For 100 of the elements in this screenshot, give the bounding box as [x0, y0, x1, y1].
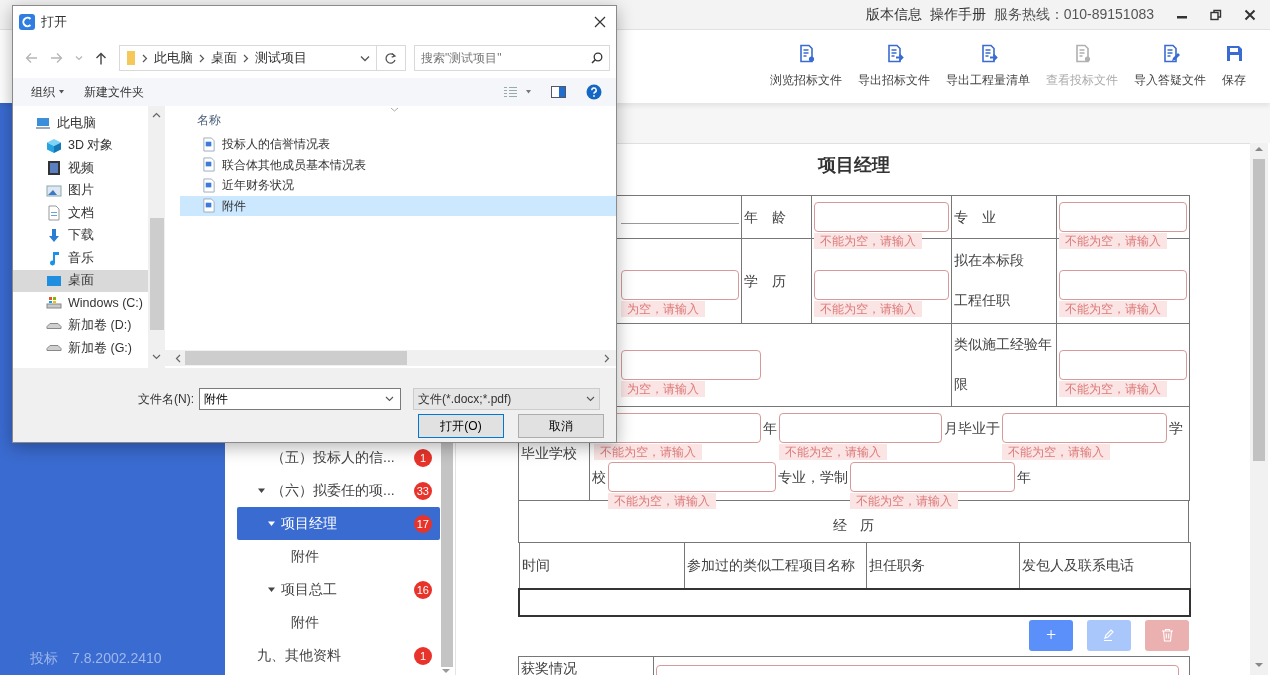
- nav-item[interactable]: 3D 对象: [13, 134, 148, 157]
- caret-icon[interactable]: [526, 90, 531, 94]
- error-message: 不能为空，请输入: [594, 444, 702, 460]
- preview-pane-icon[interactable]: [551, 86, 566, 98]
- input-field[interactable]: [850, 462, 1015, 492]
- breadcrumb-item[interactable]: 测试项目: [255, 48, 307, 68]
- breadcrumb-item[interactable]: 桌面: [211, 48, 237, 68]
- nav-item[interactable]: 新加卷 (G:): [13, 337, 148, 360]
- error-message: 不能为空，请输入: [608, 493, 716, 509]
- scroll-right-icon[interactable]: [604, 353, 610, 363]
- scroll-left-icon[interactable]: [175, 353, 181, 363]
- input-field[interactable]: [1059, 202, 1187, 232]
- chevron-down-icon: [586, 396, 595, 402]
- drive-icon: [46, 322, 62, 329]
- scrollbar-thumb[interactable]: [1253, 159, 1265, 461]
- breadcrumb-item[interactable]: 此电脑: [154, 48, 193, 68]
- open-button[interactable]: 打开(O): [418, 414, 504, 438]
- error-message: 不能为空，请输入: [1059, 301, 1167, 317]
- file-item[interactable]: 联合体其他成员基本情况表: [180, 154, 616, 175]
- input-field[interactable]: [1002, 413, 1167, 443]
- cancel-button[interactable]: 取消: [518, 414, 604, 438]
- tree-item[interactable]: （五）投标人的信... 1: [237, 441, 440, 474]
- nav-item[interactable]: 视频: [13, 157, 148, 180]
- error-message: 不能为空，请输入: [850, 493, 958, 509]
- field-label: 毕业学校: [521, 445, 578, 463]
- nav-item[interactable]: 新加卷 (D:): [13, 314, 148, 337]
- close-icon[interactable]: [594, 16, 606, 28]
- document-icon: [46, 205, 62, 222]
- search-field[interactable]: 搜索"测试项目": [414, 45, 610, 71]
- toolbar-button[interactable]: 浏览招标文件: [766, 40, 846, 93]
- nav-item[interactable]: 文档: [13, 202, 148, 225]
- input-field[interactable]: [779, 413, 942, 443]
- command-button[interactable]: 新建文件夹: [84, 83, 144, 101]
- toolbar-button[interactable]: 保存: [1218, 40, 1250, 93]
- tree-item[interactable]: 附件: [237, 540, 440, 573]
- sort-icon: [390, 107, 399, 112]
- help-icon[interactable]: [586, 84, 602, 100]
- input-field[interactable]: [621, 270, 739, 300]
- count-badge: 33: [413, 481, 432, 500]
- tree-item[interactable]: （六）拟委任的项... 33: [237, 474, 440, 507]
- command-button[interactable]: 组织: [31, 83, 64, 101]
- chevron-down-icon[interactable]: [75, 55, 83, 61]
- file-type-select[interactable]: 文件(*.docx;*.pdf): [413, 388, 600, 410]
- nav-item[interactable]: 图片: [13, 179, 148, 202]
- version-text: 7.8.2002.2410: [72, 649, 162, 668]
- view-list-icon[interactable]: [503, 85, 518, 99]
- toolbar-button[interactable]: 导入答疑文件: [1130, 40, 1210, 93]
- file-item[interactable]: 近年财务状况: [180, 175, 616, 196]
- nav-item[interactable]: 此电脑: [13, 112, 148, 135]
- scroll-up-icon[interactable]: [152, 112, 161, 118]
- document-icon: [202, 177, 216, 193]
- document-icon: [202, 136, 216, 152]
- section-heading: 经 历: [832, 518, 875, 533]
- chevron-down-icon: [385, 396, 394, 402]
- column-header: 参加过的类似工程项目名称: [686, 557, 855, 573]
- input-field[interactable]: [621, 350, 761, 380]
- header-link[interactable]: 版本信息: [865, 4, 922, 25]
- nav-item[interactable]: Windows (C:): [13, 292, 148, 315]
- dropdown-icon[interactable]: [359, 54, 370, 62]
- tree-item[interactable]: 附件: [237, 606, 440, 639]
- close-icon[interactable]: [1244, 8, 1256, 21]
- drive-icon: [46, 295, 62, 312]
- tree-item[interactable]: 项目总工 16: [237, 573, 440, 606]
- nav-item[interactable]: 下载: [13, 224, 148, 247]
- form-text: 年: [763, 419, 777, 438]
- input-field[interactable]: [814, 202, 949, 232]
- error-message: 不能为空，请输入: [1002, 444, 1110, 460]
- chevron-right-icon: [243, 53, 249, 63]
- input-field[interactable]: [1059, 270, 1187, 300]
- nav-item[interactable]: 桌面: [13, 269, 148, 292]
- count-badge: 17: [413, 514, 432, 533]
- nav-item[interactable]: 音乐: [13, 247, 148, 270]
- scroll-down-icon[interactable]: [152, 354, 161, 360]
- input-field[interactable]: [608, 462, 776, 492]
- error-message: 为空，请输入: [621, 301, 705, 317]
- restore-icon[interactable]: [1210, 8, 1222, 21]
- up-arrow-icon[interactable]: [95, 51, 107, 65]
- input-field[interactable]: [814, 270, 949, 300]
- toolbar-button[interactable]: 导出工程量清单: [942, 40, 1034, 93]
- scrollbar-thumb[interactable]: [149, 218, 164, 330]
- form-text: 学: [1169, 419, 1183, 438]
- field-label: 年 龄: [744, 208, 787, 227]
- back-arrow-icon[interactable]: [25, 52, 38, 64]
- scrollbar-thumb[interactable]: [185, 351, 407, 365]
- file-item[interactable]: 附件: [180, 195, 616, 216]
- refresh-button[interactable]: [376, 45, 406, 71]
- film-icon: [46, 160, 62, 177]
- toolbar-button[interactable]: 导出招标文件: [854, 40, 934, 93]
- tree-item[interactable]: 项目经理 17: [237, 507, 440, 540]
- column-header[interactable]: 名称: [197, 111, 221, 129]
- header-link[interactable]: 操作手册: [929, 4, 986, 25]
- error-message: 不能为空，请输入: [1059, 381, 1167, 397]
- input-field[interactable]: [1059, 350, 1187, 380]
- tree-item[interactable]: 九、其他资料 1: [237, 639, 440, 672]
- app-logo-icon: [19, 14, 35, 30]
- drive-icon: [46, 345, 62, 352]
- file-item[interactable]: 投标人的信誉情况表: [180, 134, 616, 155]
- forward-arrow-icon[interactable]: [50, 52, 63, 64]
- download-icon: [46, 227, 62, 244]
- file-name-field[interactable]: 附件: [199, 388, 401, 410]
